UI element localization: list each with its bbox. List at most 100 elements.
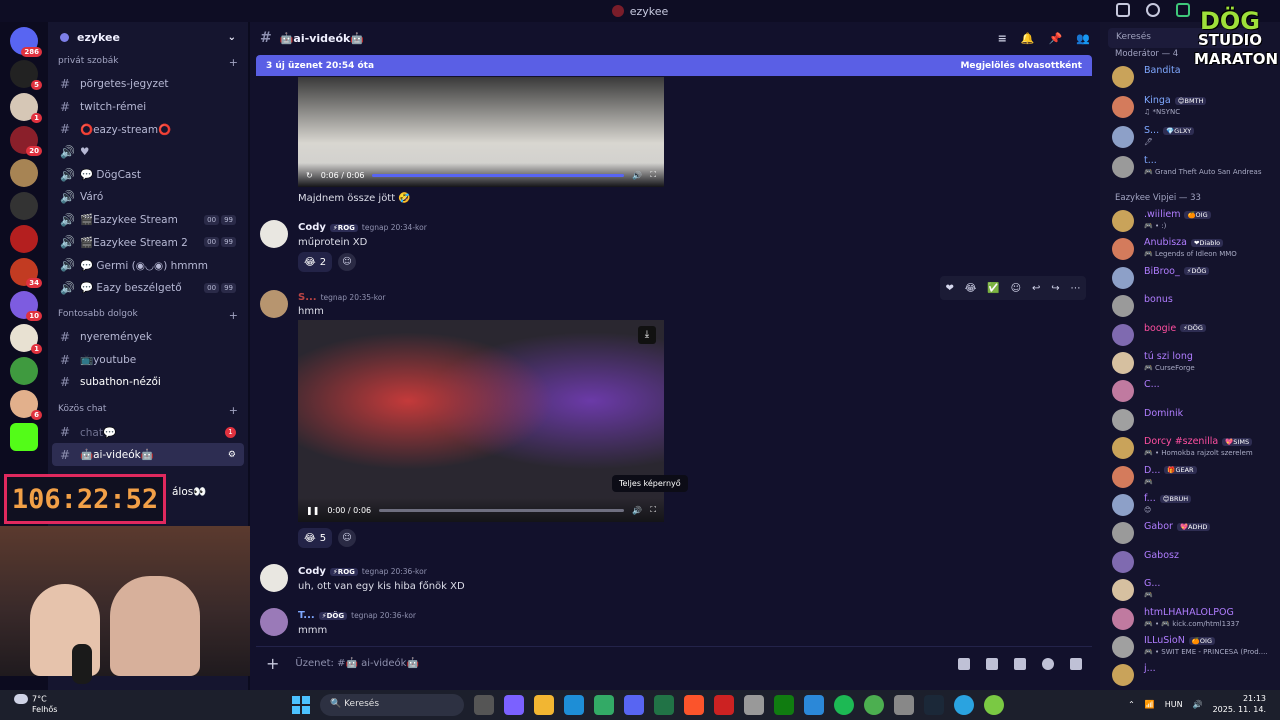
brave-icon[interactable] [684,695,704,715]
channel-item[interactable]: 🔊 🎬Eazykee Stream 2 00 99 [48,231,248,254]
member-item[interactable]: f... 😊BRUH 😊 [1112,492,1277,518]
member-item[interactable]: .wiiliem 🍊OIG 🎮 • :) [1112,208,1277,234]
add-reaction-icon[interactable]: ☺ [1011,283,1021,294]
laugh-icon[interactable]: 😂 [965,283,977,294]
member-item[interactable]: bonus [1112,293,1277,319]
channel-item[interactable]: 🔊 ♥ [48,141,248,164]
language-indicator[interactable]: HUN [1165,700,1183,709]
member-item[interactable]: t... 🎮 Grand Theft Auto San Andreas [1112,154,1277,180]
member-item[interactable]: Anubisza ❤Diablo 🎮 Legends of Idleon MMO [1112,236,1277,262]
settings-icon[interactable] [744,695,764,715]
volume-icon[interactable]: 🔊 [1193,700,1203,709]
spotify-icon[interactable] [834,695,854,715]
author-name[interactable]: T... [298,610,315,621]
heart-icon[interactable]: ❤ [945,283,953,294]
reaction-button[interactable]: 😂 2 [298,252,333,272]
clock[interactable]: 21:13 2025. 11. 14. [1213,693,1266,715]
author-name[interactable]: S... [298,292,317,303]
channel-item[interactable]: # pörgetes-jegyzet [48,73,248,96]
reaction-button[interactable]: 😂 5 [298,528,333,548]
server-icon[interactable]: 1 [10,324,42,354]
member-item[interactable]: G... 🎮 [1112,577,1277,603]
download-icon[interactable] [1176,3,1190,17]
author-name[interactable]: Cody [298,222,326,233]
apps-icon[interactable] [1070,657,1082,670]
start-icon[interactable] [292,696,310,714]
avatar[interactable] [1112,664,1134,687]
chevron-up-icon[interactable]: ⌃ [1128,700,1135,709]
channel-item[interactable]: 🔊 💬 Eazy beszélgető 00 99 [48,276,248,299]
copilot-icon[interactable] [504,695,524,715]
video-player[interactable]: ⤓ ❚❚ 0:00 / 0:06 🔊 ⛶ [298,320,664,522]
member-item[interactable]: Kinga 😊BMTH ♫ *NSYNC [1112,94,1277,120]
avatar[interactable] [1112,579,1134,602]
recorder-icon[interactable] [714,695,734,715]
weather-widget[interactable]: 7°C Felhős [14,694,57,715]
video-player[interactable]: ↻ 0:06 / 0:06 🔊 ⛶ [298,77,664,187]
avatar[interactable] [1112,96,1134,118]
avatar[interactable] [1112,636,1134,658]
pin-icon[interactable]: 📌 [1049,32,1063,45]
channel-item[interactable]: 🔊 Váró [48,186,248,209]
author-name[interactable]: Cody [298,566,326,577]
server-icon[interactable]: 1 [10,93,42,123]
member-item[interactable]: S... 💎GLXY 🖊 [1112,124,1277,150]
server-icon[interactable] [10,192,38,220]
seek-bar[interactable] [372,173,625,177]
avatar[interactable] [1112,550,1134,573]
discord-icon[interactable] [624,695,644,715]
dm-home-button[interactable]: 286 [10,27,42,57]
channel-item[interactable]: # nyeremények [48,326,248,349]
channel-item-selected[interactable]: # 🤖ai-videók🤖 ⚙ [52,443,244,466]
add-channel-icon[interactable]: + [229,404,238,417]
server-icon[interactable]: 20 [10,126,42,156]
volume-icon[interactable]: 🔊 [632,171,642,180]
more-icon[interactable]: ⋯ [1071,283,1081,294]
telegram-icon[interactable] [954,695,974,715]
avatar[interactable] [1112,494,1134,516]
replay-icon[interactable]: ↻ [306,171,313,180]
avatar[interactable] [1112,66,1134,88]
guild-header[interactable]: ezykee ⌄ [48,22,248,52]
server-icon[interactable]: 10 [10,291,42,321]
avatar[interactable] [1112,607,1134,630]
excel-icon[interactable] [654,695,674,715]
avatar[interactable] [260,290,288,318]
avatar[interactable] [260,608,288,636]
avatar[interactable] [1112,408,1134,431]
channel-item[interactable]: # chat💬 1 [48,421,248,444]
add-channel-icon[interactable]: + [229,56,238,69]
server-icon[interactable] [10,159,38,187]
chevron-down-icon[interactable]: ⌄ [228,32,236,43]
app-icon[interactable] [984,695,1004,715]
add-reaction-icon[interactable]: ☺ [338,529,356,547]
category-header[interactable]: Fontosabb dolgok + [48,305,248,326]
channel-item[interactable]: # ⭕eazy-stream⭕ [48,118,248,141]
member-item[interactable]: Gabosz [1112,549,1277,575]
member-item[interactable]: C... [1112,378,1277,404]
mark-read-button[interactable]: Megjelölés olvasottként [960,61,1082,71]
fullscreen-icon[interactable]: ⛶ [650,170,656,180]
avatar[interactable] [1112,437,1134,460]
avatar[interactable] [1112,126,1134,148]
channel-item[interactable]: 🔊 🎬Eazykee Stream 00 99 [48,209,248,232]
avatar[interactable] [1112,295,1134,318]
reply-icon[interactable]: ↩ [1032,283,1040,294]
edge-icon[interactable] [564,695,584,715]
server-icon[interactable] [10,357,38,385]
channel-item[interactable]: # subathon-nézői [48,371,248,394]
server-icon[interactable]: 34 [10,258,42,288]
member-item[interactable]: j... [1112,662,1277,688]
member-item[interactable]: ILLuSioN 🍊OIG 🎮 • SWIT EME - PRINCESA (Pro… [1112,634,1277,660]
emoji-icon[interactable] [1042,657,1054,670]
avatar[interactable] [1112,380,1134,403]
avatar[interactable] [1112,465,1134,488]
avatar[interactable] [1112,522,1134,545]
new-messages-banner[interactable]: 3 új üzenet 20:54 óta Megjelölés olvasot… [256,55,1092,76]
member-item[interactable]: BiBroo_ ⚡DÖG [1112,265,1277,291]
help-icon[interactable] [1146,3,1160,17]
member-item[interactable]: D... 🎁GEAR 🎮 [1112,464,1277,490]
avatar[interactable] [1112,156,1134,178]
avatar[interactable] [1112,266,1134,289]
forward-icon[interactable]: ↪ [1051,283,1059,294]
